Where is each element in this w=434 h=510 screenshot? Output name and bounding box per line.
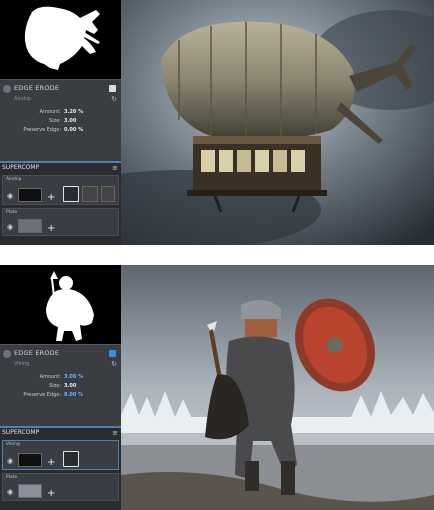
effects-panel: EDGE ERODE Viking ↻ Amount: 3.00 % Size:… — [0, 265, 121, 510]
layer-airship[interactable]: Airship ◉ + — [2, 175, 119, 205]
amount-label: Amount: — [39, 109, 61, 115]
menu-icon[interactable]: ≡ — [112, 164, 118, 172]
edge-erode-subtitle: Viking — [14, 361, 30, 367]
amount-row: Amount: 3.00 % — [0, 374, 121, 382]
effect-icon — [3, 350, 11, 358]
screenshot-viking: EDGE ERODE Viking ↻ Amount: 3.00 % Size:… — [0, 265, 434, 510]
size-label: Size: — [49, 118, 61, 124]
composite-viewer-airship — [121, 0, 434, 245]
enable-checkbox[interactable] — [109, 85, 116, 92]
edge-erode-panel: EDGE ERODE Viking ↻ Amount: 3.00 % Size:… — [0, 344, 121, 426]
amount-value[interactable]: 3.20 % — [64, 109, 83, 115]
size-label: Size: — [49, 383, 61, 389]
size-value[interactable]: 3.00 — [64, 118, 76, 124]
amount-label: Amount: — [39, 374, 61, 380]
layer-thumbnail[interactable] — [18, 453, 42, 467]
effect-slot-selected[interactable] — [63, 451, 79, 467]
layer-name: Viking — [6, 442, 20, 447]
viking-matte-silhouette — [46, 271, 94, 341]
edge-erode-subtitle: Airship — [14, 96, 32, 102]
layer-name: Plate — [6, 210, 18, 215]
screenshot-airship: EDGE ERODE Airship ↻ Amount: 3.20 % Size… — [0, 0, 434, 245]
add-effect-icon[interactable]: + — [47, 192, 55, 203]
layer-thumbnail[interactable] — [18, 484, 42, 498]
edge-erode-panel: EDGE ERODE Airship ↻ Amount: 3.20 % Size… — [0, 79, 121, 161]
layer-name: Plate — [6, 475, 18, 480]
preserve-edge-value[interactable]: 0.00 % — [64, 127, 83, 133]
eye-icon[interactable]: ◉ — [7, 488, 13, 496]
airship-matte-silhouette — [24, 6, 100, 70]
layer-viking[interactable]: Viking ◉ + — [2, 440, 119, 470]
effect-icon — [3, 85, 11, 93]
preserve-edge-label: Preserve Edge: — [23, 127, 61, 133]
viking-image — [121, 265, 434, 510]
amount-value[interactable]: 3.00 % — [64, 374, 83, 380]
preserve-edge-row: Preserve Edge: 0.00 % — [0, 392, 121, 400]
layer-plate[interactable]: Plate ◉ + — [2, 473, 119, 501]
layer-plate[interactable]: Plate ◉ + — [2, 208, 119, 236]
eye-icon[interactable]: ◉ — [7, 223, 13, 231]
effect-slot-selected[interactable] — [63, 186, 79, 202]
size-row: Size: 3.00 — [0, 118, 121, 126]
preserve-edge-value[interactable]: 0.00 % — [64, 392, 83, 398]
effect-slot[interactable] — [82, 186, 98, 202]
supercomp-title: SUPERCOMP — [2, 429, 40, 436]
add-effect-icon[interactable]: + — [47, 223, 55, 234]
preserve-edge-row: Preserve Edge: 0.00 % — [0, 127, 121, 135]
layer-name: Airship — [6, 177, 22, 182]
enable-checkbox[interactable] — [109, 350, 116, 357]
size-value[interactable]: 3.00 — [64, 383, 76, 389]
matte-preview — [0, 0, 121, 79]
supercomp-title: SUPERCOMP — [2, 164, 40, 171]
layer-thumbnail[interactable] — [18, 188, 42, 202]
effect-slot[interactable] — [101, 186, 115, 202]
edge-erode-title: EDGE ERODE — [14, 84, 60, 92]
size-row: Size: 3.00 — [0, 383, 121, 391]
add-effect-icon[interactable]: + — [47, 457, 55, 468]
supercomp-panel: SUPERCOMP ≡ Airship ◉ + Plate ◉ + — [0, 161, 121, 245]
eye-icon[interactable]: ◉ — [7, 457, 13, 465]
supercomp-panel: SUPERCOMP ≡ Viking ◉ + Plate ◉ + — [0, 426, 121, 510]
reset-icon[interactable]: ↻ — [111, 95, 117, 103]
eye-icon[interactable]: ◉ — [7, 192, 13, 200]
layer-thumbnail[interactable] — [18, 219, 42, 233]
airship-image — [121, 0, 434, 245]
effects-panel: EDGE ERODE Airship ↻ Amount: 3.20 % Size… — [0, 0, 121, 245]
composite-viewer-viking — [121, 265, 434, 510]
preserve-edge-label: Preserve Edge: — [23, 392, 61, 398]
matte-preview — [0, 265, 121, 344]
menu-icon[interactable]: ≡ — [112, 429, 118, 437]
add-effect-icon[interactable]: + — [47, 488, 55, 499]
edge-erode-title: EDGE ERODE — [14, 349, 60, 357]
reset-icon[interactable]: ↻ — [111, 360, 117, 368]
amount-row: Amount: 3.20 % — [0, 109, 121, 117]
